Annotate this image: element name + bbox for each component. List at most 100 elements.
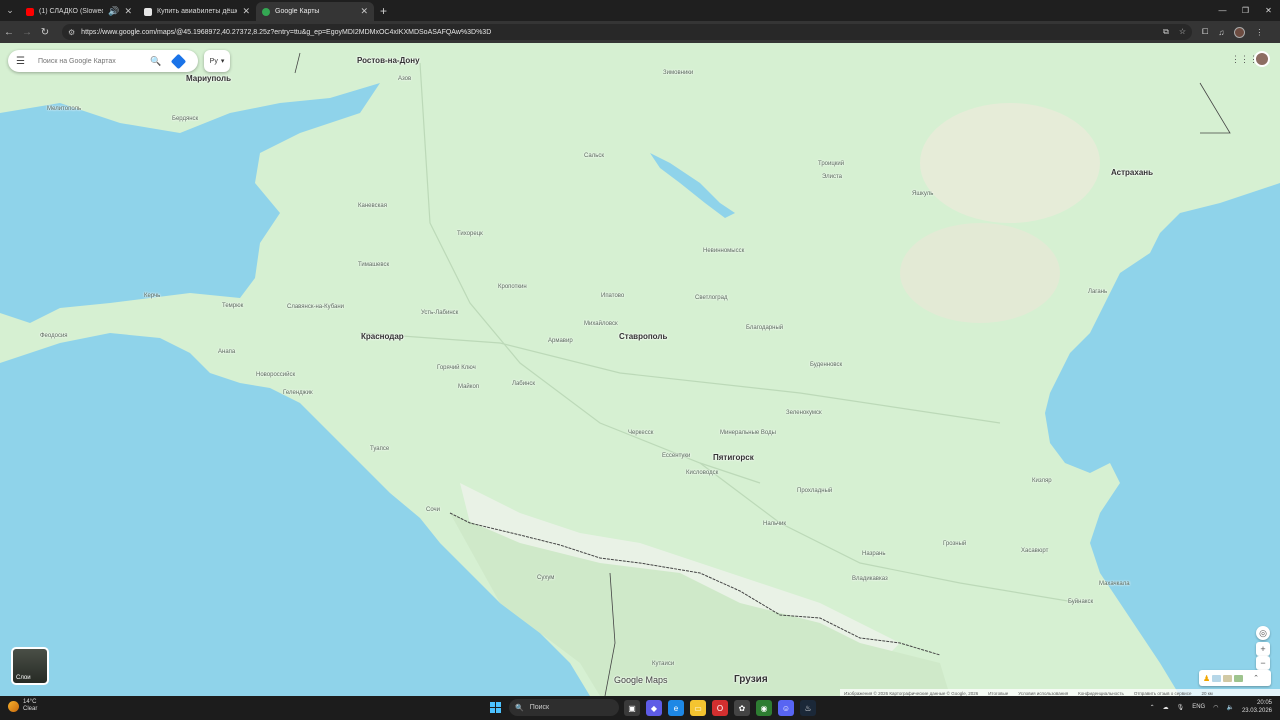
place-label[interactable]: Ессентуки bbox=[662, 453, 690, 459]
place-label[interactable]: Бердянск bbox=[172, 116, 198, 122]
place-label[interactable]: Зимовники bbox=[663, 70, 693, 76]
chrome-icon[interactable]: ◉ bbox=[756, 700, 772, 716]
place-label[interactable]: Усть-Лабинск bbox=[421, 310, 458, 316]
place-label[interactable]: Минеральные Воды bbox=[720, 430, 776, 436]
tray-overflow-icon[interactable]: ⌃ bbox=[1150, 704, 1155, 711]
steam-icon[interactable]: ♨ bbox=[800, 700, 816, 716]
place-label[interactable]: Феодосия bbox=[40, 333, 68, 339]
place-label[interactable]: Буйнакск bbox=[1068, 599, 1093, 605]
tab-flights[interactable]: Купить авиабилеты дёшево о... ✕ bbox=[138, 2, 256, 21]
place-label[interactable]: Нальчик bbox=[763, 521, 786, 527]
new-tab-button[interactable]: + bbox=[380, 4, 387, 18]
place-label[interactable]: Кизляр bbox=[1032, 478, 1052, 484]
back-icon[interactable]: ← bbox=[0, 21, 18, 43]
place-label[interactable]: Владикавказ bbox=[852, 576, 888, 582]
place-label[interactable]: Махачкала bbox=[1099, 581, 1130, 587]
tab-search-icon[interactable]: ⌄ bbox=[0, 0, 20, 21]
profile-avatar[interactable] bbox=[1234, 26, 1246, 38]
close-icon[interactable]: ✕ bbox=[360, 6, 368, 17]
place-label[interactable]: Хасавюрт bbox=[1021, 548, 1048, 554]
address-bar[interactable]: ⚙ https://www.google.com/maps/@45.196897… bbox=[62, 24, 1192, 40]
place-label[interactable]: Новороссийск bbox=[256, 372, 295, 378]
install-app-icon[interactable]: ⧉ bbox=[1163, 27, 1169, 37]
close-window-icon[interactable]: ✕ bbox=[1257, 0, 1280, 21]
scale-label[interactable]: 20 км bbox=[1201, 691, 1212, 696]
media-control-icon[interactable]: ♫ bbox=[1218, 28, 1224, 37]
place-label[interactable]: Каневская bbox=[358, 203, 387, 209]
wifi-icon[interactable]: ◠ bbox=[1213, 704, 1218, 711]
volume-icon[interactable]: 🔈 bbox=[1226, 704, 1233, 711]
place-label[interactable]: Тихорецк bbox=[457, 231, 483, 237]
place-label[interactable]: Назрань bbox=[862, 551, 885, 557]
place-label[interactable]: Мариуполь bbox=[186, 74, 231, 83]
edge-icon[interactable]: e bbox=[668, 700, 684, 716]
taskbar-search[interactable]: 🔍 Поиск bbox=[509, 699, 619, 716]
place-label[interactable]: Прохладный bbox=[797, 488, 832, 494]
reload-icon[interactable]: ↻ bbox=[36, 21, 54, 43]
file-explorer-icon[interactable]: ▭ bbox=[690, 700, 706, 716]
mic-icon[interactable]: 🎙 bbox=[1177, 704, 1185, 711]
place-label[interactable]: Сухум bbox=[537, 575, 554, 581]
close-icon[interactable]: ✕ bbox=[124, 6, 132, 17]
network-app-icon[interactable]: ☁ bbox=[1163, 704, 1169, 711]
close-icon[interactable]: ✕ bbox=[242, 6, 250, 17]
place-label[interactable]: Лагань bbox=[1088, 289, 1107, 295]
place-label[interactable]: Троицкий bbox=[818, 161, 844, 167]
copilot-icon[interactable]: ◆ bbox=[646, 700, 662, 716]
place-label[interactable]: Азов bbox=[398, 76, 411, 82]
place-label[interactable]: Элиста bbox=[822, 174, 842, 180]
place-label[interactable]: Тимашевск bbox=[358, 262, 389, 268]
place-label[interactable]: Темрюк bbox=[222, 303, 243, 309]
search-icon[interactable]: 🔍 bbox=[150, 56, 161, 67]
directions-icon[interactable] bbox=[170, 53, 187, 69]
place-label[interactable]: Астрахань bbox=[1111, 168, 1153, 177]
place-label[interactable]: Зеленокумск bbox=[786, 410, 822, 416]
place-label[interactable]: Кисловодск bbox=[686, 470, 718, 476]
map-canvas[interactable]: Ростов-на-Дону Мариуполь Краснодар Ставр… bbox=[0, 43, 1280, 696]
menu-dots-icon[interactable]: ⋮ bbox=[1255, 28, 1263, 37]
place-label[interactable]: Сальск bbox=[584, 153, 604, 159]
place-label[interactable]: Горячий Ключ bbox=[437, 365, 476, 371]
restore-icon[interactable]: ❐ bbox=[1234, 0, 1257, 21]
imagery-thumb[interactable] bbox=[1223, 674, 1233, 682]
place-label[interactable]: Армавир bbox=[548, 338, 573, 344]
windows-start-icon[interactable] bbox=[490, 702, 501, 713]
privacy-link[interactable]: Конфиденциальность bbox=[1078, 691, 1124, 696]
task-view-icon[interactable]: ▣ bbox=[624, 700, 640, 716]
clock[interactable]: 20:05 23.03.2026 bbox=[1242, 699, 1272, 715]
extensions-icon[interactable]: ⧠ bbox=[1202, 27, 1208, 37]
place-label[interactable]: Благодарный bbox=[746, 325, 783, 331]
bookmark-star-icon[interactable]: ☆ bbox=[1179, 27, 1186, 37]
layers-button[interactable]: Слои bbox=[11, 647, 49, 685]
place-label[interactable]: Керчь bbox=[144, 293, 160, 299]
place-label[interactable]: Светлоград bbox=[695, 295, 727, 301]
place-label[interactable]: Славянск-на-Кубани bbox=[287, 304, 344, 310]
zoom-out-button[interactable]: − bbox=[1256, 656, 1270, 670]
language-selector[interactable]: Ру ▾ bbox=[204, 50, 230, 72]
expand-icon[interactable]: ⌃ bbox=[1253, 674, 1259, 682]
footer-link[interactable]: Итоговые bbox=[988, 691, 1008, 696]
terms-link[interactable]: Условия использования bbox=[1018, 691, 1068, 696]
place-label[interactable]: Пятигорск bbox=[713, 453, 754, 462]
imagery-thumb[interactable] bbox=[1234, 674, 1244, 682]
imagery-thumb[interactable] bbox=[1212, 674, 1222, 682]
place-label[interactable]: Невинномысск bbox=[703, 248, 744, 254]
opera-icon[interactable]: O bbox=[712, 700, 728, 716]
place-label[interactable]: Геленджик bbox=[283, 390, 313, 396]
place-label[interactable]: Мелитополь bbox=[47, 106, 81, 112]
pegman-icon[interactable]: ♟ bbox=[1203, 674, 1210, 683]
forward-icon[interactable]: → bbox=[18, 21, 36, 43]
place-label[interactable]: Ставрополь bbox=[619, 332, 667, 341]
country-label[interactable]: Грузия bbox=[734, 674, 768, 685]
zoom-in-button[interactable]: + bbox=[1256, 642, 1270, 656]
hamburger-menu-icon[interactable]: ☰ bbox=[16, 56, 32, 67]
place-label[interactable]: Черкесск bbox=[628, 430, 653, 436]
my-location-icon[interactable]: ◎ bbox=[1256, 626, 1270, 640]
discord-icon[interactable]: ☺ bbox=[778, 700, 794, 716]
minimize-icon[interactable]: — bbox=[1211, 0, 1234, 21]
place-label[interactable]: Буденновск bbox=[810, 362, 842, 368]
place-label[interactable]: Кропоткин bbox=[498, 284, 527, 290]
weather-widget[interactable]: 14°C Clear bbox=[8, 699, 37, 713]
place-label[interactable]: Ипатово bbox=[601, 293, 624, 299]
place-label[interactable]: Лабинск bbox=[512, 381, 535, 387]
